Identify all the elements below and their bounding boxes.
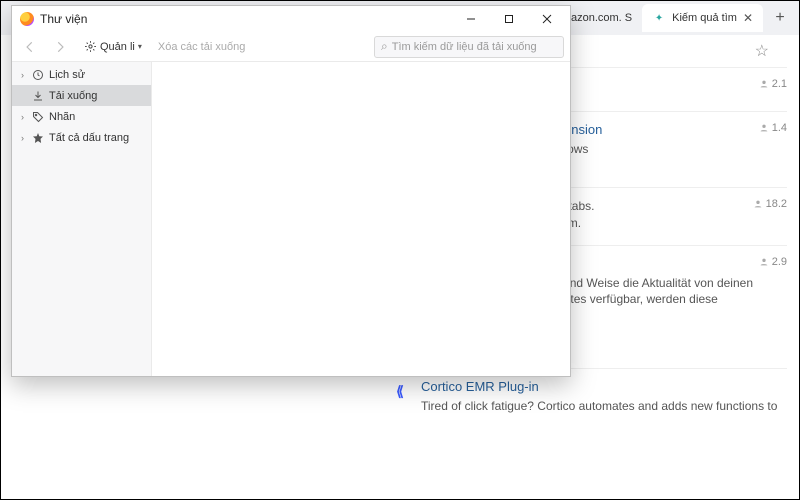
back-button[interactable] bbox=[18, 36, 42, 58]
chevron-down-icon: ▾ bbox=[138, 42, 142, 51]
tab-label: Kiếm quả tìm bbox=[672, 12, 737, 24]
search-icon: ⌕ bbox=[381, 39, 388, 54]
users-icon bbox=[759, 123, 769, 133]
maximize-button[interactable] bbox=[490, 7, 528, 31]
sidebar-item-label: Nhãn bbox=[49, 111, 75, 123]
library-toolbar: Quản li ▾ Xóa các tải xuống ⌕ bbox=[12, 32, 570, 62]
sidebar-item-label: Tải xuống bbox=[49, 90, 97, 102]
forward-button[interactable] bbox=[48, 36, 72, 58]
window-controls bbox=[452, 7, 566, 31]
bookmark-star-icon[interactable]: ☆ bbox=[755, 41, 769, 61]
expand-icon[interactable]: › bbox=[18, 70, 27, 80]
search-box[interactable]: ⌕ bbox=[374, 36, 564, 58]
result-icon: ⟪ bbox=[389, 381, 411, 403]
browser-tab-active[interactable]: ✦ Kiếm quả tìm ✕ bbox=[642, 4, 763, 32]
users-icon bbox=[759, 257, 769, 267]
user-count: 18.2 bbox=[753, 198, 787, 210]
result-desc-line: Tired of click fatigue? Cortico automate… bbox=[421, 398, 787, 414]
tab-close-icon[interactable]: ✕ bbox=[743, 11, 753, 25]
minimize-button[interactable] bbox=[452, 7, 490, 31]
toolbar-hint: Xóa các tải xuống bbox=[158, 41, 245, 53]
library-content bbox=[152, 62, 570, 376]
sidebar-item-bookmarks[interactable]: › Tất cả dấu trang bbox=[12, 127, 151, 148]
library-sidebar: › Lịch sử Tải xuống › Nhãn › Tất cả dấu … bbox=[12, 62, 152, 376]
user-count: 2.9 bbox=[759, 256, 787, 268]
users-icon bbox=[759, 79, 769, 89]
window-title: Thư viện bbox=[40, 12, 87, 26]
clock-icon bbox=[31, 68, 45, 82]
expand-icon[interactable]: › bbox=[18, 133, 27, 143]
library-window: Thư viện Quản li ▾ Xóa các tải xuống ⌕ ›… bbox=[11, 5, 571, 377]
sidebar-item-label: Lịch sử bbox=[49, 69, 85, 81]
manage-label: Quản li bbox=[100, 41, 135, 53]
favicon-active: ✦ bbox=[652, 11, 666, 25]
gear-icon bbox=[84, 40, 97, 53]
search-input[interactable] bbox=[392, 41, 557, 53]
window-titlebar[interactable]: Thư viện bbox=[12, 6, 570, 32]
star-icon bbox=[31, 131, 45, 145]
users-icon bbox=[753, 199, 763, 209]
result-title: Cortico EMR Plug-in bbox=[421, 379, 787, 394]
user-count: 2.1 bbox=[759, 78, 787, 90]
new-tab-button[interactable]: + bbox=[767, 5, 793, 31]
user-count: 1.4 bbox=[759, 122, 787, 134]
tag-icon bbox=[31, 110, 45, 124]
expand-icon[interactable]: › bbox=[18, 112, 27, 122]
sidebar-item-label: Tất cả dấu trang bbox=[49, 132, 129, 144]
close-button[interactable] bbox=[528, 7, 566, 31]
manage-menu[interactable]: Quản li ▾ bbox=[78, 37, 148, 56]
sidebar-item-tags[interactable]: › Nhãn bbox=[12, 106, 151, 127]
sidebar-item-history[interactable]: › Lịch sử bbox=[12, 64, 151, 85]
sidebar-item-downloads[interactable]: Tải xuống bbox=[12, 85, 151, 106]
download-icon bbox=[31, 89, 45, 103]
firefox-icon bbox=[20, 12, 34, 26]
